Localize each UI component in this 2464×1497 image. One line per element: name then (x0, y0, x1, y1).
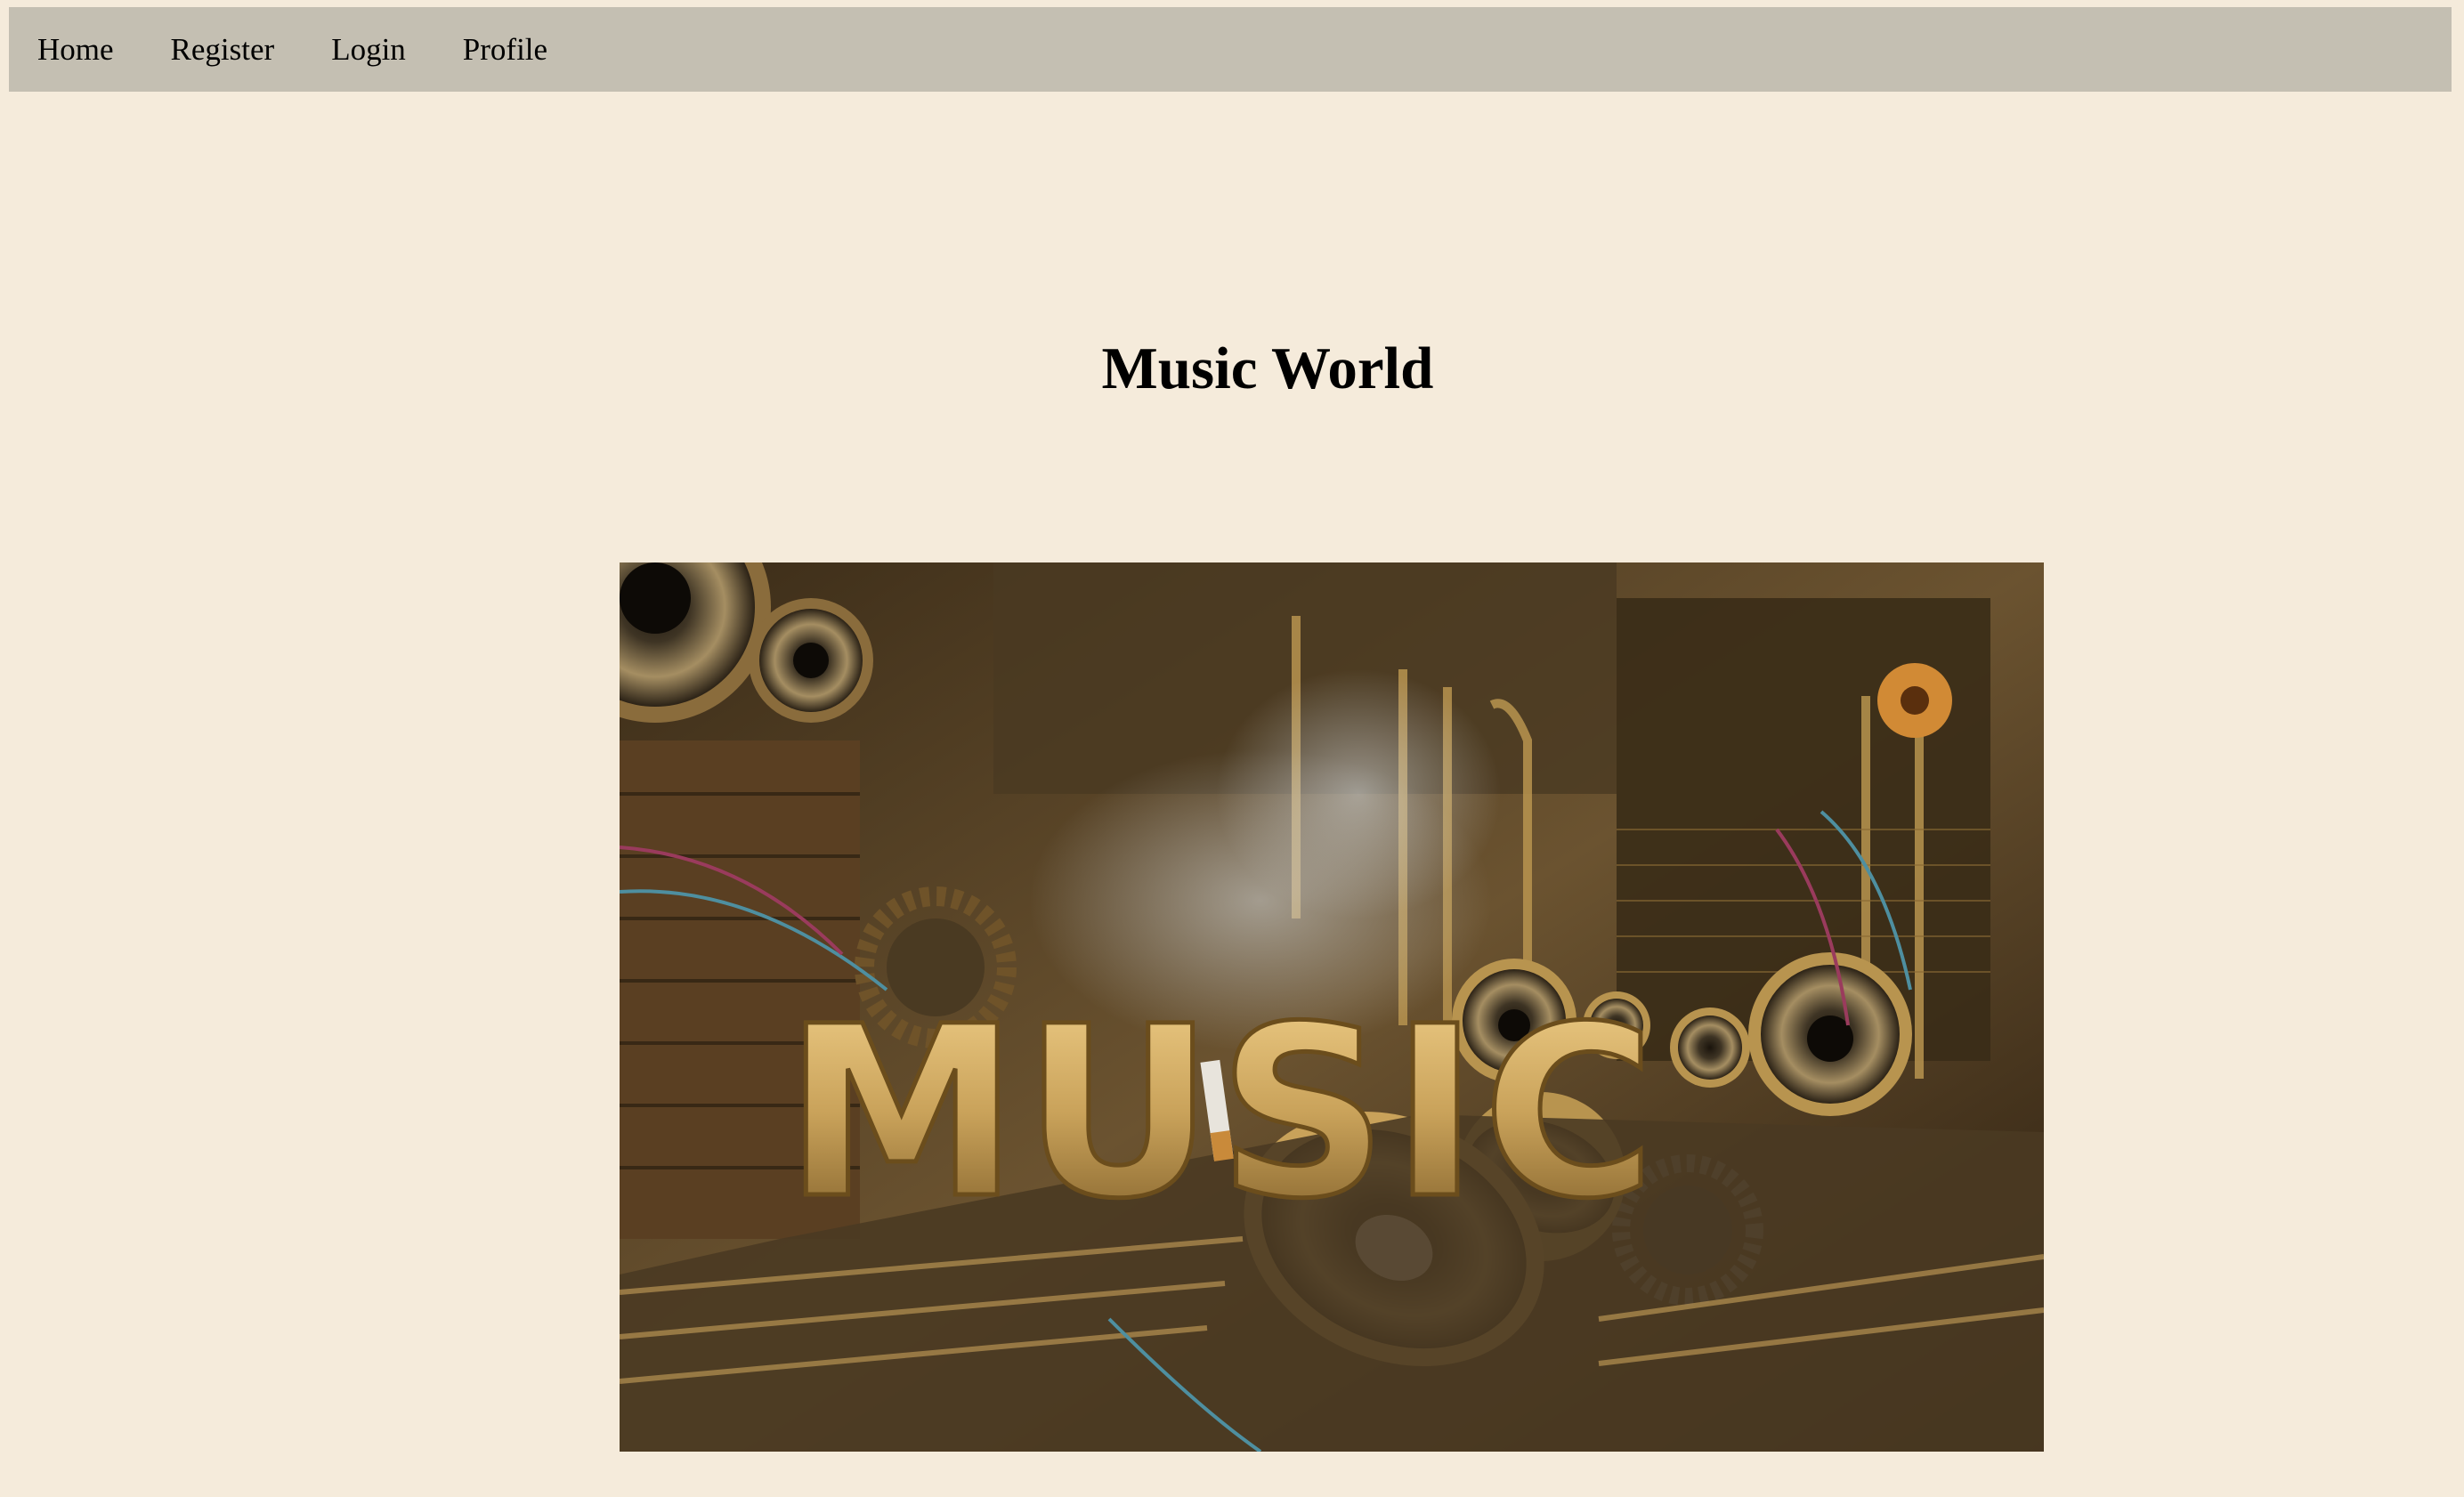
nav-login-link[interactable]: Login (303, 7, 434, 92)
page: Home Register Login Profile Music World (0, 0, 2464, 1497)
music-machine-illustration: MUSIC (620, 562, 2044, 1452)
nav-home-link[interactable]: Home (9, 7, 142, 92)
page-title: Music World (1101, 336, 1434, 401)
top-navbar: Home Register Login Profile (9, 7, 2452, 92)
nav-profile-link[interactable]: Profile (434, 7, 576, 92)
nav-register-link[interactable]: Register (142, 7, 304, 92)
hero-image: MUSIC (620, 562, 2044, 1452)
